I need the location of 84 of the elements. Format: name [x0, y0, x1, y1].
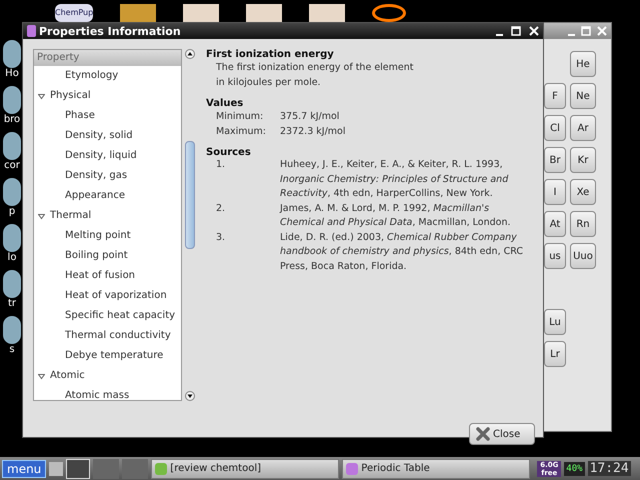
icon-label: s	[9, 344, 15, 355]
scroll-up-icon[interactable]	[185, 49, 195, 59]
icon-label: bro	[4, 114, 20, 125]
element-button[interactable]: He	[570, 51, 596, 77]
icon-label: lo	[8, 252, 16, 263]
scrollbar-thumb[interactable]	[185, 141, 195, 249]
app-icon[interactable]: ChemPup	[55, 4, 93, 22]
source-text: Lide, D. R. (ed.) 2003, Chemical Rubber Company handbook of chemistry and physics, 84th edn, CRC Press, Boca Raton, Florida.	[280, 230, 524, 274]
tree-item[interactable]: Appearance	[34, 186, 181, 206]
tree-item[interactable]: Debye temperature	[34, 346, 181, 366]
element-button[interactable]: Kr	[570, 147, 596, 173]
tree-item[interactable]: Phase	[34, 106, 181, 126]
source-number: 2.	[216, 202, 226, 216]
tree-item[interactable]: Thermal conductivity	[34, 326, 181, 346]
clock: 17:24	[588, 461, 631, 476]
section-heading: Values	[206, 98, 244, 109]
element-button[interactable]: Xe	[570, 179, 596, 205]
tree-label: Physical	[50, 89, 91, 103]
description-text: The first ionization energy of the element in kilojoules per mole.	[215, 61, 414, 90]
tree-item[interactable]: Specific heat capacity	[34, 306, 181, 326]
app-icon[interactable]	[3, 40, 21, 68]
task-button[interactable]: Periodic Table	[342, 458, 530, 478]
source-number: 3.	[216, 230, 226, 244]
value-text: 375.7 kJ/mol	[280, 110, 340, 124]
tree-item[interactable]: Heat of vaporization	[34, 286, 181, 306]
tree-item[interactable]: Melting point	[34, 226, 181, 246]
flask-icon	[346, 462, 358, 474]
tree-label: Atomic	[50, 369, 85, 383]
icon-label: p	[8, 206, 16, 217]
tree-item[interactable]: Etymology	[34, 66, 181, 86]
element-button[interactable]: us	[544, 243, 566, 269]
scroll-down-icon[interactable]	[185, 391, 195, 401]
tree-item[interactable]: Atomic	[34, 366, 181, 386]
tree-item[interactable]: Physical	[34, 86, 181, 106]
element-button[interactable]: I	[544, 179, 566, 205]
app-icon[interactable]	[3, 86, 21, 114]
app-icon[interactable]	[3, 270, 21, 298]
icon-label: tr	[8, 298, 16, 309]
desktop-icon[interactable]	[49, 462, 64, 476]
menu-button[interactable]: menu	[2, 460, 46, 478]
app-icon[interactable]	[3, 132, 21, 160]
tree-item[interactable]: Atomic mass	[34, 386, 181, 400]
tree-item[interactable]: Heat of fusion	[34, 266, 181, 286]
element-button[interactable]: Cl	[544, 115, 566, 141]
tree-item[interactable]: Density, solid	[34, 126, 181, 146]
value-label: Minimum:	[216, 110, 264, 124]
section-heading: Sources	[206, 147, 252, 158]
task-button[interactable]: [review chemtool]	[151, 458, 340, 478]
value-text: 2372.3 kJ/mol	[280, 125, 346, 139]
app-icon[interactable]	[3, 178, 21, 206]
tree-item[interactable]: Density, gas	[34, 166, 181, 186]
icon-label: Ho	[5, 68, 19, 79]
window-icon[interactable]	[66, 458, 90, 478]
source-text: Huheey, J. E., Keiter, E. A., & Keiter, R. L. 1993, Inorganic Chemistry: Principles of Structure and Reactivity, 4th edn, HarperCollins, New York.	[280, 158, 510, 201]
app-icon[interactable]	[3, 224, 21, 252]
column-header[interactable]: Property	[34, 50, 181, 66]
tree-item[interactable]: Thermal	[34, 206, 181, 226]
value-label: Maximum:	[216, 125, 268, 139]
section-heading: First ionization energy	[206, 49, 335, 60]
element-button[interactable]: Lr	[544, 341, 566, 367]
icon-label: cor	[4, 160, 20, 171]
battery-indicator: 40%	[564, 462, 585, 476]
element-button[interactable]: Rn	[570, 211, 596, 237]
element-button[interactable]: Lu	[544, 309, 566, 335]
leaf-icon	[155, 462, 168, 474]
close-x-icon	[476, 427, 490, 441]
flask-icon	[27, 25, 36, 37]
close-button[interactable]: Close	[469, 423, 535, 445]
element-button[interactable]: Ne	[570, 83, 596, 109]
element-button[interactable]: Br	[544, 147, 566, 173]
source-number: 1.	[216, 158, 226, 172]
tree-label: Thermal	[50, 209, 92, 223]
scrollbar[interactable]	[184, 49, 196, 401]
tree-item[interactable]: Density, liquid	[34, 146, 181, 166]
pager-cell[interactable]	[122, 458, 148, 478]
window-title: Properties Information	[39, 24, 182, 38]
app-icon[interactable]	[3, 316, 21, 344]
element-button[interactable]: Ar	[570, 115, 596, 141]
element-button[interactable]: Uuo	[570, 243, 596, 269]
source-text: James, A. M. & Lord, M. P. 1992, Macmillan's Chemical and Physical Data, Macmillan, London.	[280, 202, 512, 230]
element-button[interactable]: At	[544, 211, 566, 237]
pager-cell[interactable]	[93, 458, 120, 478]
tree-item[interactable]: Boiling point	[34, 246, 181, 266]
element-button[interactable]: F	[544, 83, 566, 109]
